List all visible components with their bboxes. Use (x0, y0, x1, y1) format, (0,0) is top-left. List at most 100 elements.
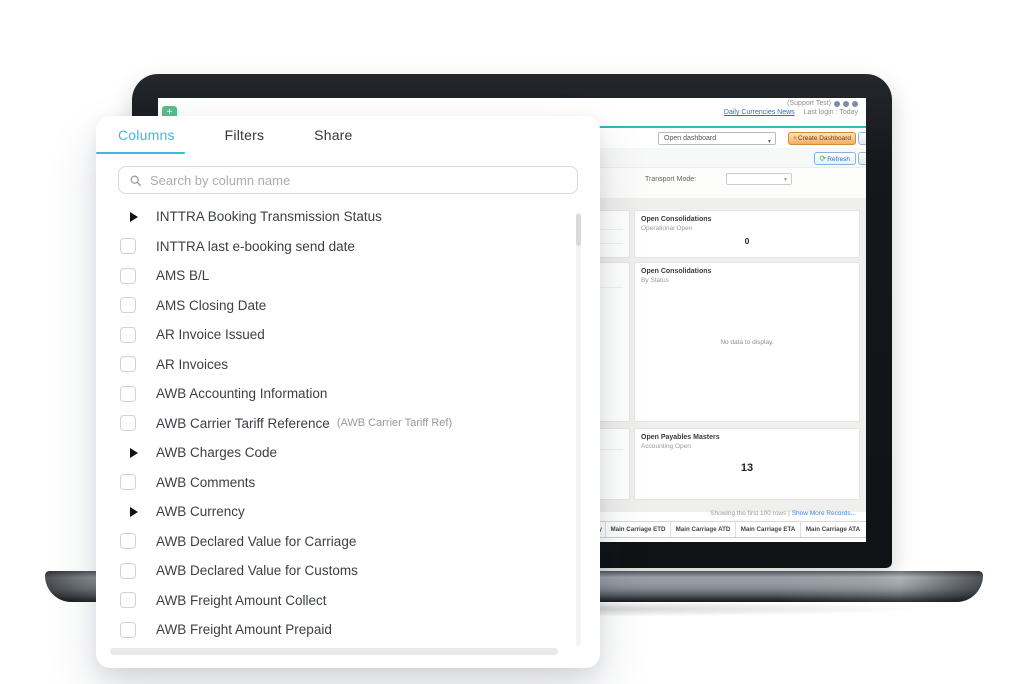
expand-arrow-icon[interactable] (130, 507, 138, 517)
show-more-records-link[interactable]: Show More Records... (792, 510, 856, 517)
panel-tabs: Columns Filters Share (96, 116, 600, 154)
horizontal-scrollbar[interactable] (110, 648, 558, 655)
card-subtitle: By Status (641, 277, 853, 284)
column-label: AR Invoice Issued (156, 327, 265, 342)
transport-mode-label: Transport Mode: (645, 176, 696, 183)
support-test-label: (Support Test) (787, 100, 831, 107)
checkbox[interactable] (120, 415, 136, 431)
list-item[interactable]: AWB Declared Value for Carriage (118, 527, 574, 557)
table-column-header[interactable]: Main Carriage ETA (735, 522, 800, 537)
column-label: AR Invoices (156, 357, 228, 372)
list-item[interactable]: AWB Declared Value for Customs (118, 556, 574, 586)
column-search-box[interactable] (118, 166, 578, 194)
column-picker-panel: Columns Filters Share INTTRA Booking Tra… (96, 116, 600, 668)
checkbox[interactable] (120, 533, 136, 549)
chevron-down-icon: ▼ (767, 137, 772, 148)
item-control (118, 622, 148, 638)
checkbox[interactable] (120, 297, 136, 313)
no-data-label: No data to display. (635, 339, 859, 346)
search-icon (129, 174, 142, 187)
item-control (118, 386, 148, 402)
column-alias: (AWB Carrier Tariff Ref) (337, 417, 452, 429)
list-item[interactable]: AWB Freight Amount Prepaid (118, 615, 574, 645)
card-subtitle: Operational Open (641, 225, 853, 232)
item-control (118, 327, 148, 343)
item-control (118, 238, 148, 254)
open-dashboard-select[interactable]: Open dashboard ▼ (658, 132, 776, 145)
item-control (118, 268, 148, 284)
checkbox[interactable] (120, 592, 136, 608)
list-item[interactable]: INTTRA Booking Transmission Status (118, 202, 574, 232)
item-control (118, 592, 148, 608)
expand-arrow-icon[interactable] (130, 448, 138, 458)
list-item[interactable]: AWB Carrier Tariff Reference (AWB Carrier… (118, 409, 574, 439)
card-title: Open Consolidations (641, 268, 853, 275)
help-icon[interactable] (834, 101, 840, 107)
active-tab-underline (96, 152, 185, 154)
card-subtitle: Accounting Open (641, 443, 853, 450)
page: + (Support Test) Daily Currencies News L… (0, 0, 1024, 684)
list-item[interactable]: AR Invoices (118, 350, 574, 380)
table-column-header[interactable]: Main Carriage ATA (800, 522, 865, 537)
checkbox[interactable] (120, 356, 136, 372)
checkbox[interactable] (120, 563, 136, 579)
checkbox[interactable] (120, 474, 136, 490)
table-column-header[interactable]: Main Carriage ETD (605, 522, 670, 537)
item-control (118, 356, 148, 372)
list-item[interactable]: AWB Currency (118, 497, 574, 527)
vertical-scrollbar[interactable] (576, 212, 581, 646)
item-control (118, 563, 148, 579)
table-column-header[interactable]: Main Carriage ATD (670, 522, 735, 537)
card-value: 0 (635, 236, 859, 246)
search-input[interactable] (150, 173, 567, 188)
item-control (118, 474, 148, 490)
card-title: Open Consolidations (641, 216, 853, 223)
settings-icon[interactable] (843, 101, 849, 107)
list-item[interactable]: AWB Accounting Information (118, 379, 574, 409)
list-item[interactable]: AWB Comments (118, 468, 574, 498)
list-item[interactable]: INTTRA last e-booking send date (118, 232, 574, 262)
list-item[interactable]: AMS Closing Date (118, 291, 574, 321)
app-topbar: (Support Test) Daily Currencies News Las… (724, 100, 858, 116)
checkbox[interactable] (120, 238, 136, 254)
plus-icon: + (793, 135, 797, 142)
column-label: AWB Freight Amount Collect (156, 593, 327, 608)
list-item[interactable]: AWB Charges Code (118, 438, 574, 468)
tab-columns[interactable]: Columns (118, 127, 175, 143)
refresh-button[interactable]: ⟳Refresh (814, 152, 856, 165)
tab-share[interactable]: Share (314, 127, 352, 143)
user-icon[interactable] (852, 101, 858, 107)
vertical-scrollbar-thumb[interactable] (576, 214, 581, 246)
column-label: AWB Carrier Tariff Reference (156, 416, 330, 431)
expand-arrow-icon[interactable] (130, 212, 138, 222)
item-control (118, 297, 148, 313)
column-list: INTTRA Booking Transmission Status INTTRA… (118, 202, 574, 645)
card-value: 13 (635, 462, 859, 474)
checkbox[interactable] (120, 622, 136, 638)
column-label: AWB Currency (156, 504, 245, 519)
daily-currencies-news-link[interactable]: Daily Currencies News (724, 109, 795, 116)
column-label: AMS Closing Date (156, 298, 266, 313)
item-control (118, 415, 148, 431)
column-label: AWB Comments (156, 475, 255, 490)
create-dashboard-button[interactable]: +Create Dashboard (788, 132, 856, 145)
checkbox[interactable] (120, 386, 136, 402)
column-label: INTTRA Booking Transmission Status (156, 209, 382, 224)
dashboard-card: Open Consolidations Operational Open 0 (634, 210, 860, 258)
transport-mode-select[interactable]: ▼ (726, 173, 792, 185)
checkbox[interactable] (120, 327, 136, 343)
tab-filters[interactable]: Filters (225, 127, 265, 143)
refresh-icon: ⟳ (820, 154, 827, 163)
checkbox[interactable] (120, 268, 136, 284)
dashboard-cards-right: Open ConsolidationsOperational Open0Open… (634, 210, 860, 500)
card-title: Open Payables Masters (641, 434, 853, 441)
list-item[interactable]: AWB Freight Amount Collect (118, 586, 574, 616)
cut-off-button[interactable] (858, 132, 866, 145)
list-item[interactable]: AMS B/L (118, 261, 574, 291)
column-label: AMS B/L (156, 268, 209, 283)
item-control (118, 448, 148, 458)
item-control (118, 533, 148, 549)
list-item[interactable]: AR Invoice Issued (118, 320, 574, 350)
cut-off-button[interactable] (858, 152, 866, 165)
dashboard-card: Open Payables Masters Accounting Open 13 (634, 428, 860, 500)
